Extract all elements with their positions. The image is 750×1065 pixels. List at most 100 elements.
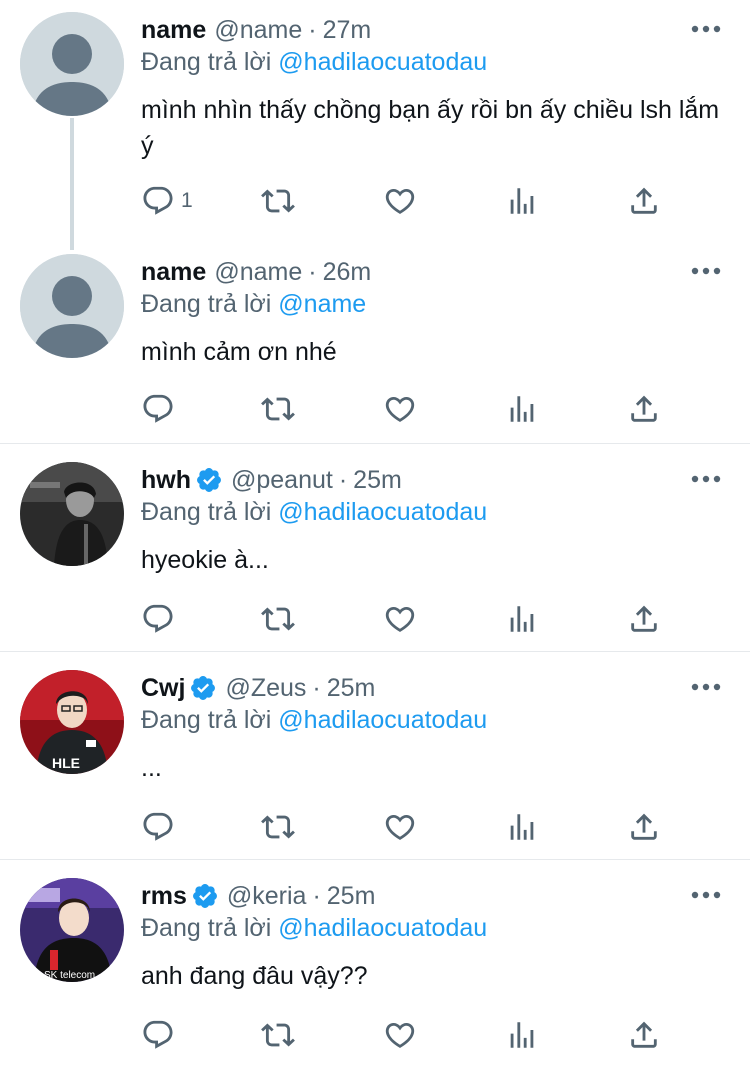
retweet-icon — [261, 392, 295, 426]
display-name[interactable]: name — [141, 16, 206, 45]
reply-icon — [141, 184, 175, 218]
reply-button[interactable] — [141, 602, 175, 636]
user-handle[interactable]: @keria — [227, 882, 307, 911]
user-handle[interactable]: @name — [214, 16, 302, 45]
retweet-button[interactable] — [261, 184, 295, 218]
analytics-icon — [505, 184, 539, 218]
reply-button[interactable]: 1 — [141, 184, 193, 218]
views-button[interactable] — [505, 810, 539, 844]
heart-icon — [383, 602, 417, 636]
action-bar — [141, 810, 681, 844]
tweet[interactable]: SK telecom rms @keria · 25m Đang trả lời… — [0, 878, 750, 1058]
avatar[interactable] — [20, 462, 124, 566]
reply-button[interactable] — [141, 392, 175, 426]
reply-button[interactable] — [141, 1018, 175, 1052]
more-options-icon[interactable] — [688, 256, 724, 286]
views-button[interactable] — [505, 602, 539, 636]
share-icon — [627, 602, 661, 636]
more-options-icon[interactable] — [688, 464, 724, 494]
timestamp[interactable]: 25m — [327, 674, 376, 703]
retweet-icon — [261, 184, 295, 218]
action-bar — [141, 392, 681, 426]
tweet[interactable]: name @name · 26m Đang trả lời @name mình… — [0, 254, 750, 434]
replying-to-label: Đang trả lời — [141, 914, 272, 942]
verified-badge-icon — [191, 882, 219, 910]
reply-count: 1 — [181, 189, 193, 212]
share-button[interactable] — [627, 602, 661, 636]
avatar[interactable]: HLE — [20, 670, 124, 774]
mention-link[interactable]: @hadilaocuatodau — [278, 914, 487, 942]
photo-avatar-bw — [20, 462, 124, 566]
action-bar — [141, 1018, 681, 1052]
reply-button[interactable] — [141, 810, 175, 844]
more-options-icon[interactable] — [688, 672, 724, 702]
replying-to-label: Đang trả lời — [141, 48, 272, 76]
display-name[interactable]: Cwj — [141, 674, 185, 703]
photo-avatar-red: HLE — [20, 670, 124, 774]
retweet-icon — [261, 1018, 295, 1052]
user-handle[interactable]: @name — [214, 258, 302, 287]
share-button[interactable] — [627, 1018, 661, 1052]
tweet[interactable]: HLE Cwj @Zeus · 25m Đang trả lời @hadila… — [0, 670, 750, 850]
views-button[interactable] — [505, 1018, 539, 1052]
like-button[interactable] — [383, 184, 417, 218]
tweet-text: hyeokie à... — [141, 546, 269, 574]
heart-icon — [383, 184, 417, 218]
retweet-button[interactable] — [261, 1018, 295, 1052]
replying-to: Đang trả lời @hadilaocuatodau — [141, 914, 487, 943]
heart-icon — [383, 392, 417, 426]
svg-text:HLE: HLE — [52, 755, 80, 771]
share-button[interactable] — [627, 810, 661, 844]
action-bar — [141, 602, 681, 636]
replying-to-label: Đang trả lời — [141, 498, 272, 526]
retweet-button[interactable] — [261, 602, 295, 636]
user-handle[interactable]: @Zeus — [225, 674, 306, 703]
like-button[interactable] — [383, 392, 417, 426]
tweet-header: name @name · 26m — [141, 254, 371, 290]
timestamp[interactable]: 27m — [323, 16, 372, 45]
timestamp[interactable]: 25m — [327, 882, 376, 911]
verified-badge-icon — [195, 466, 223, 494]
photo-avatar-purple: SK telecom — [20, 878, 124, 982]
separator-dot: · — [308, 15, 317, 44]
reply-icon — [141, 392, 175, 426]
tweet[interactable]: hwh @peanut · 25m Đang trả lời @hadilaoc… — [0, 462, 750, 642]
verified-badge-icon — [189, 674, 217, 702]
display-name[interactable]: rms — [141, 882, 187, 911]
like-button[interactable] — [383, 1018, 417, 1052]
heart-icon — [383, 810, 417, 844]
mention-link[interactable]: @hadilaocuatodau — [278, 48, 487, 76]
analytics-icon — [505, 602, 539, 636]
analytics-icon — [505, 1018, 539, 1052]
timestamp[interactable]: 26m — [323, 258, 372, 287]
tweet-header: name @name · 27m — [141, 12, 371, 48]
replying-to: Đang trả lời @hadilaocuatodau — [141, 706, 487, 735]
svg-text:SK telecom: SK telecom — [44, 970, 95, 981]
replying-to-label: Đang trả lời — [141, 290, 272, 318]
mention-link[interactable]: @hadilaocuatodau — [278, 498, 487, 526]
avatar[interactable]: SK telecom — [20, 878, 124, 982]
like-button[interactable] — [383, 810, 417, 844]
views-button[interactable] — [505, 392, 539, 426]
like-button[interactable] — [383, 602, 417, 636]
avatar[interactable] — [20, 254, 124, 358]
mention-link[interactable]: @hadilaocuatodau — [278, 706, 487, 734]
avatar[interactable] — [20, 12, 124, 116]
user-handle[interactable]: @peanut — [231, 466, 333, 495]
views-button[interactable] — [505, 184, 539, 218]
heart-icon — [383, 1018, 417, 1052]
replying-to: Đang trả lời @hadilaocuatodau — [141, 48, 487, 77]
display-name[interactable]: name — [141, 258, 206, 287]
more-options-icon[interactable] — [688, 14, 724, 44]
analytics-icon — [505, 392, 539, 426]
display-name[interactable]: hwh — [141, 466, 191, 495]
share-icon — [627, 184, 661, 218]
more-options-icon[interactable] — [688, 880, 724, 910]
share-button[interactable] — [627, 392, 661, 426]
retweet-button[interactable] — [261, 810, 295, 844]
timestamp[interactable]: 25m — [353, 466, 402, 495]
retweet-button[interactable] — [261, 392, 295, 426]
tweet-text: anh đang đâu vậy?? — [141, 962, 368, 990]
mention-link[interactable]: @name — [278, 290, 366, 318]
share-button[interactable] — [627, 184, 661, 218]
